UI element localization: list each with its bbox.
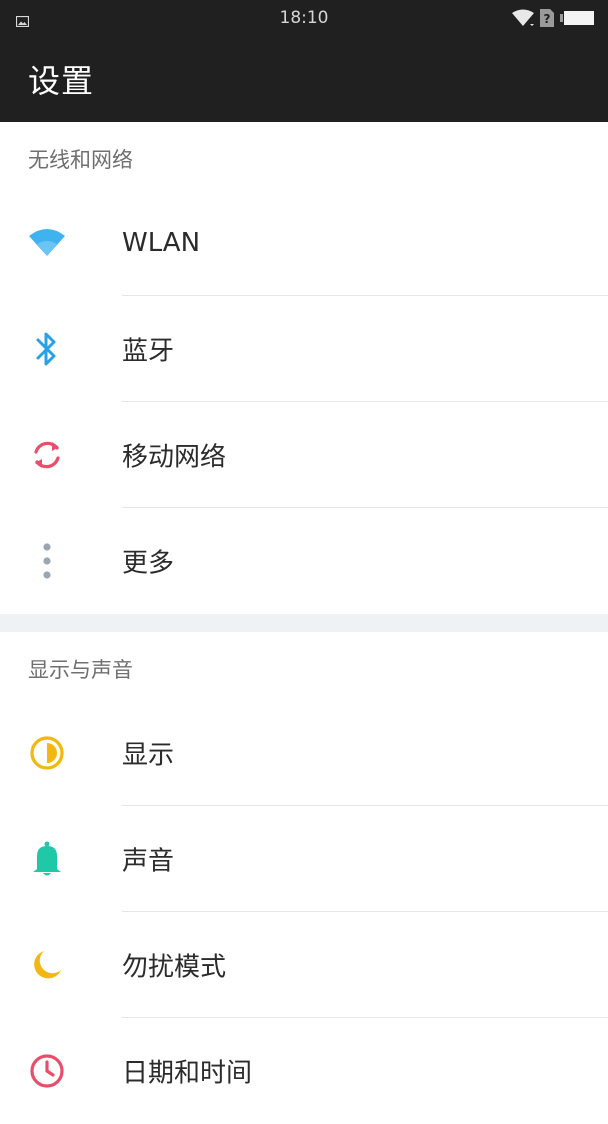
settings-item-label: WLAN: [122, 228, 201, 258]
settings-item-mobile-network[interactable]: 移动网络: [0, 402, 608, 508]
svg-text:?: ?: [544, 12, 551, 26]
page-title: 设置: [28, 62, 95, 100]
settings-item-label: 声音: [122, 846, 175, 877]
wifi-icon: [27, 223, 67, 263]
settings-item-label: 日期和时间: [122, 1058, 253, 1089]
settings-item-more[interactable]: 更多: [0, 508, 608, 614]
app-bar: 设置: [0, 36, 608, 122]
section-header-wireless: 无线和网络: [28, 148, 133, 172]
settings-item-sound[interactable]: 声音: [0, 806, 608, 912]
no-sim-icon: ?: [540, 9, 554, 31]
wifi-icon: [512, 9, 534, 31]
settings-item-label: 勿扰模式: [122, 952, 227, 983]
clock-icon: [27, 1051, 67, 1091]
section-divider: [0, 614, 608, 632]
settings-list: 无线和网络 WLAN 蓝牙 移动网络 更多 显示与声音 显示 声音 勿扰模式 日…: [0, 122, 608, 1124]
display-brightness-icon: [27, 733, 67, 773]
battery-icon: [560, 9, 594, 31]
settings-item-display[interactable]: 显示: [0, 700, 608, 806]
mobile-data-icon: [27, 435, 67, 475]
settings-item-bluetooth[interactable]: 蓝牙: [0, 296, 608, 402]
status-bar: 18:10 ?: [0, 0, 608, 36]
moon-icon: [27, 945, 67, 985]
more-vertical-icon: [27, 541, 67, 581]
settings-item-label: 移动网络: [122, 442, 227, 473]
settings-item-label: 更多: [122, 548, 175, 579]
section-header-display-sound: 显示与声音: [28, 658, 133, 682]
bluetooth-icon: [27, 329, 67, 369]
settings-item-label: 显示: [122, 740, 175, 771]
settings-item-label: 蓝牙: [122, 336, 175, 367]
settings-item-wlan[interactable]: WLAN: [0, 190, 608, 296]
bell-icon: [27, 839, 67, 879]
settings-item-date-time[interactable]: 日期和时间: [0, 1018, 608, 1124]
settings-item-do-not-disturb[interactable]: 勿扰模式: [0, 912, 608, 1018]
